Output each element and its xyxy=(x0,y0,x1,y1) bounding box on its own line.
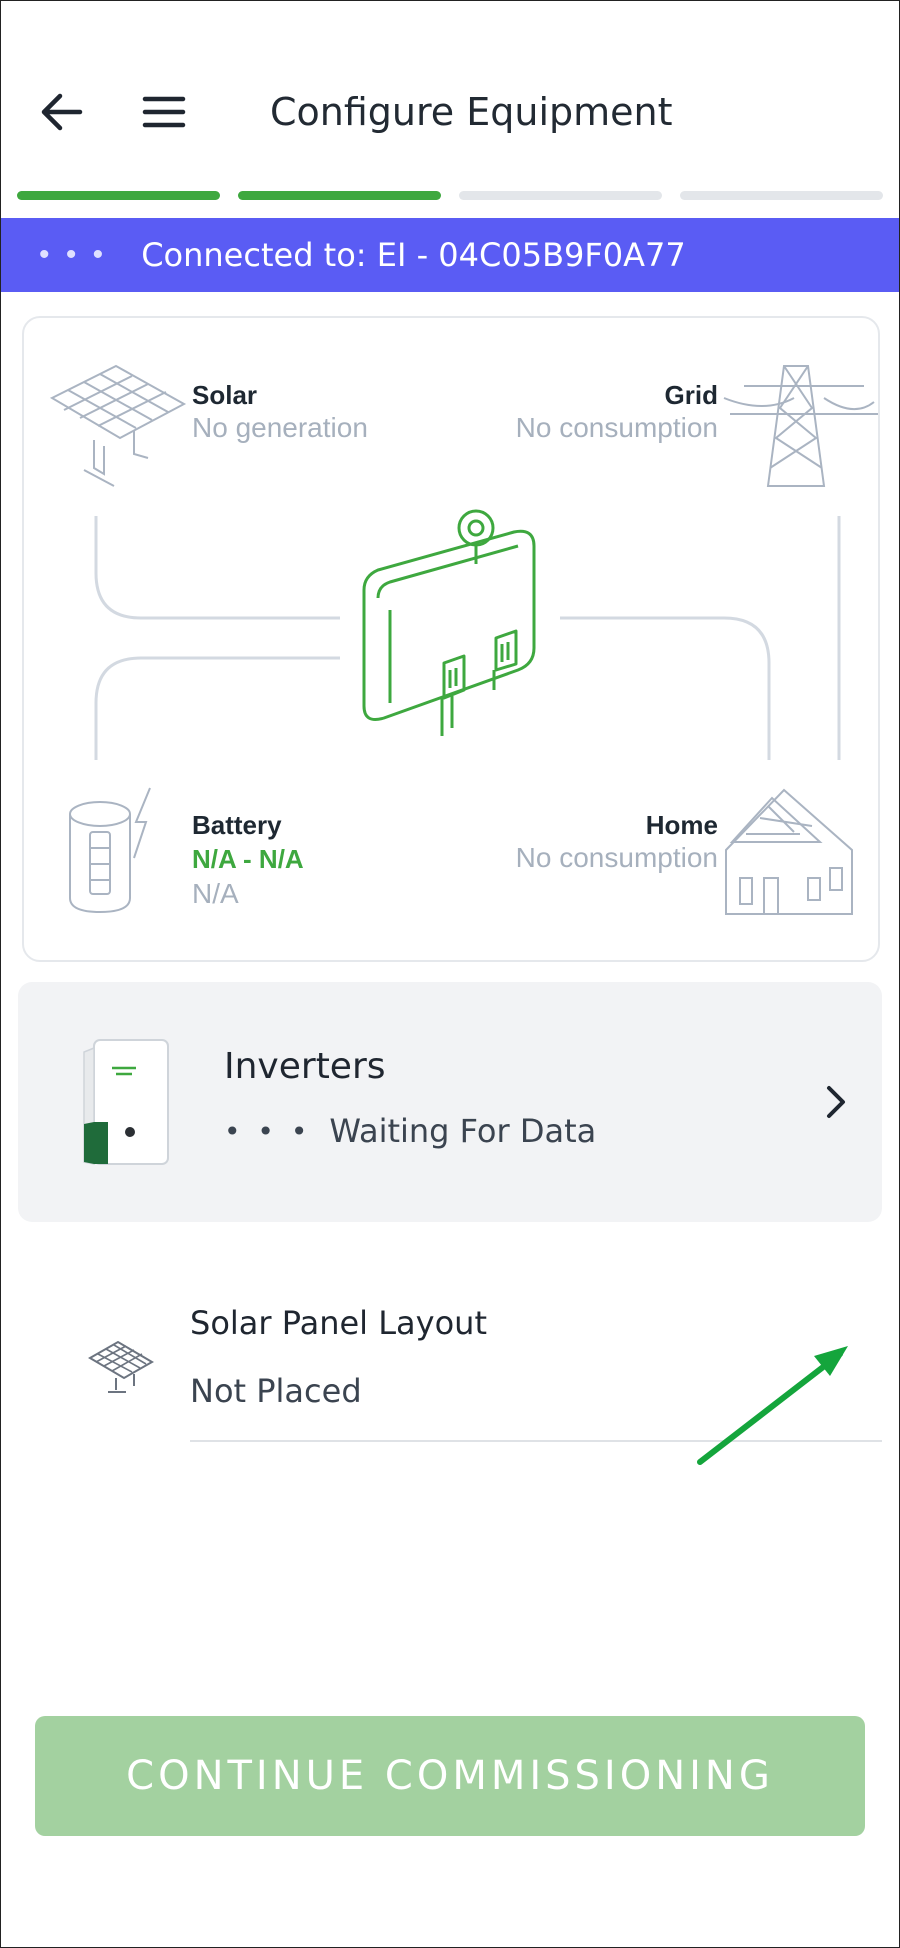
battery-icon xyxy=(69,787,151,914)
connection-text: Connected to: EI - 04C05B9F0A77 xyxy=(141,236,686,274)
battery-value: N/A - N/A xyxy=(192,844,304,874)
grid-title: Grid xyxy=(664,380,718,410)
home-title: Home xyxy=(645,810,718,840)
annotation-arrow-icon xyxy=(697,1346,848,1465)
battery-status: N/A xyxy=(192,878,239,909)
solar-panel-icon xyxy=(49,364,187,487)
hamburger-menu-icon xyxy=(142,96,186,128)
energy-flow-diagram xyxy=(49,364,878,915)
menu-button[interactable] xyxy=(132,85,196,139)
grid-status: No consumption xyxy=(515,412,718,443)
solar-panel-small-icon xyxy=(88,1340,154,1393)
inverters-status-row: • • • Waiting For Data xyxy=(224,1112,596,1150)
connection-dots-icon: • • • xyxy=(39,238,108,271)
inverters-item[interactable]: Inverters • • • Waiting For Data xyxy=(18,982,882,1222)
grid-tower-icon xyxy=(723,365,878,487)
chevron-right-icon xyxy=(827,1086,845,1118)
progress-step-2 xyxy=(238,191,441,200)
solar-status: No generation xyxy=(192,412,368,443)
inverters-status: Waiting For Data xyxy=(329,1112,597,1150)
page-title: Configure Equipment xyxy=(270,90,673,134)
battery-title: Battery xyxy=(192,810,282,840)
progress-steps xyxy=(17,191,883,200)
energy-flow-card: Solar No generation Grid No consumption … xyxy=(22,316,880,962)
inverter-device-icon xyxy=(83,1039,169,1165)
loading-dots-icon: • • • xyxy=(224,1114,312,1148)
screen-frame xyxy=(0,0,900,1948)
connection-banner: • • • Connected to: EI - 04C05B9F0A77 xyxy=(1,218,899,292)
back-button[interactable] xyxy=(30,85,94,139)
solar-layout-status: Not Placed xyxy=(190,1372,362,1410)
inverters-title: Inverters xyxy=(224,1046,386,1087)
progress-step-1 xyxy=(17,191,220,200)
progress-step-3 xyxy=(459,191,662,200)
solar-layout-title: Solar Panel Layout xyxy=(190,1304,487,1342)
continue-commissioning-label: CONTINUE COMMISSIONING xyxy=(126,1753,774,1799)
arrow-left-icon xyxy=(41,93,83,131)
progress-step-4 xyxy=(680,191,883,200)
solar-title: Solar xyxy=(192,380,258,410)
continue-commissioning-button[interactable]: CONTINUE COMMISSIONING xyxy=(35,1716,865,1836)
home-icon xyxy=(725,788,853,915)
home-status: No consumption xyxy=(515,842,718,873)
gateway-device-icon xyxy=(362,509,536,736)
